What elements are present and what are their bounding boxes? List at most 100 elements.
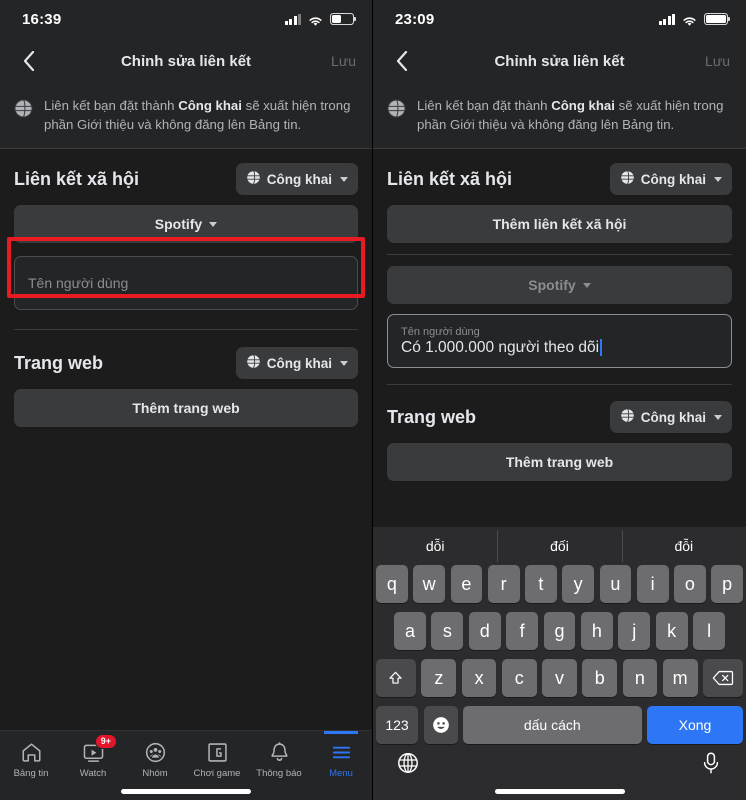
tab-label: Thông báo [256, 768, 302, 779]
save-button[interactable]: Lưu [331, 53, 356, 69]
sidebar-item-choi-game[interactable]: Chơi game [186, 740, 248, 779]
key-g[interactable]: g [543, 612, 576, 650]
key-v[interactable]: v [542, 659, 577, 697]
microphone-icon[interactable] [698, 750, 724, 776]
add-social-link-button[interactable]: Thêm liên kết xã hội [387, 205, 732, 244]
add-website-label: Thêm trang web [505, 454, 614, 471]
done-key[interactable]: Xong [647, 706, 743, 744]
keyboard-row-1: q w e r t y u i o p [373, 565, 746, 603]
suggestion-item[interactable]: đỗi [621, 530, 746, 562]
key-a[interactable]: a [394, 612, 426, 650]
website-title: Trang web [14, 352, 104, 373]
social-privacy-selector[interactable]: Công khai [609, 163, 732, 196]
key-k[interactable]: k [655, 612, 688, 650]
social-provider-label: Spotify [154, 216, 203, 233]
key-h[interactable]: h [580, 612, 613, 650]
social-privacy-selector[interactable]: Công khai [235, 163, 358, 196]
key-t[interactable]: t [525, 565, 557, 603]
globe-icon [14, 99, 33, 134]
save-button[interactable]: Lưu [705, 53, 730, 69]
suggestion-item[interactable]: dỗi [373, 538, 497, 554]
key-w[interactable]: w [413, 565, 445, 603]
key-l[interactable]: l [693, 612, 726, 650]
numbers-key[interactable]: 123 [376, 706, 418, 744]
username-input[interactable]: Tên người dùng [14, 256, 358, 311]
key-d[interactable]: d [468, 612, 501, 650]
username-input[interactable]: Tên người dùng Có 1.000.000 người theo d… [387, 314, 732, 369]
home-indicator [121, 789, 251, 794]
status-bar-left: 16:39 [0, 0, 372, 38]
social-links-title: Liên kết xã hội [387, 168, 513, 189]
key-e[interactable]: e [450, 565, 483, 603]
key-x[interactable]: x [461, 659, 497, 697]
website-privacy-selector[interactable]: Công khai [609, 401, 732, 434]
social-privacy-label: Công khai [266, 171, 332, 187]
key-c[interactable]: c [501, 659, 537, 697]
backspace-delete-icon[interactable] [703, 659, 744, 697]
website-privacy-selector[interactable]: Công khai [235, 347, 358, 380]
wifi-icon [682, 14, 697, 26]
space-key[interactable]: dấu cách [463, 706, 642, 744]
social-links-title: Liên kết xã hội [14, 168, 140, 189]
sidebar-item-watch[interactable]: 9+ Watch [62, 734, 124, 779]
banner-text: Liên kết bạn đặt thành Công khai sẽ xuất… [417, 97, 732, 134]
section-divider [387, 384, 732, 386]
key-n[interactable]: n [622, 659, 658, 697]
key-m[interactable]: m [662, 659, 698, 697]
page-title: Chỉnh sửa liên kết [494, 52, 625, 70]
key-q[interactable]: q [376, 565, 408, 603]
sidebar-item-bang-tin[interactable]: Bảng tin [0, 740, 62, 779]
tab-label: Menu [329, 768, 353, 779]
key-p[interactable]: p [711, 565, 743, 603]
virtual-keyboard: dỗi đối đỗi q w e r t y u i o p a s d f [373, 527, 746, 800]
keyboard-row-2: a s d f g h j k l [373, 612, 746, 650]
active-tab-indicator [323, 731, 359, 734]
social-provider-selector[interactable]: Spotify [14, 205, 358, 244]
key-r[interactable]: r [487, 565, 520, 603]
privacy-info-banner: Liên kết bạn đặt thành Công khai sẽ xuất… [373, 84, 746, 150]
watch-video-icon: 9+ [82, 734, 117, 764]
social-privacy-label: Công khai [640, 171, 706, 187]
back-button[interactable] [16, 48, 42, 74]
add-website-button[interactable]: Thêm trang web [14, 389, 358, 428]
bottom-tab-bar: Bảng tin 9+ Watch Nhóm Chơi game Thông b… [0, 730, 372, 800]
key-s[interactable]: s [431, 612, 464, 650]
sidebar-item-nhom[interactable]: Nhóm [124, 740, 186, 779]
social-provider-selector[interactable]: Spotify [387, 266, 732, 305]
key-o[interactable]: o [674, 565, 706, 603]
status-time: 23:09 [395, 10, 435, 28]
key-f[interactable]: f [506, 612, 539, 650]
status-icons [658, 13, 731, 26]
keyboard-row-3: z x c v b n m [373, 659, 746, 697]
key-z[interactable]: z [421, 659, 457, 697]
chevron-down-icon [582, 282, 591, 288]
groups-icon [144, 740, 167, 764]
add-social-link-label: Thêm liên kết xã hội [492, 216, 627, 233]
suggestion-item[interactable]: đối [497, 530, 621, 562]
battery-full-icon [704, 13, 731, 25]
sidebar-item-thong-bao[interactable]: Thông báo [248, 740, 310, 779]
section-divider [14, 329, 358, 331]
banner-text-bold: Công khai [178, 98, 242, 113]
key-j[interactable]: j [618, 612, 651, 650]
key-y[interactable]: y [562, 565, 594, 603]
username-floating-label: Tên người dùng [401, 325, 480, 338]
key-b[interactable]: b [582, 659, 618, 697]
globe-icon [246, 170, 261, 188]
sidebar-item-menu[interactable]: Menu [310, 731, 372, 779]
left-phone-screen: 16:39 Chỉnh sửa liên kết Lưu Liên kết bạ… [0, 0, 373, 800]
emoji-smiley-icon[interactable] [423, 706, 458, 744]
chevron-down-icon [209, 221, 218, 227]
battery-half-icon [330, 13, 357, 25]
add-website-button[interactable]: Thêm trang web [387, 443, 732, 482]
privacy-info-banner: Liên kết bạn đặt thành Công khai sẽ xuất… [0, 84, 372, 150]
username-value: Có 1.000.000 người theo dõi [401, 339, 718, 357]
shift-up-arrow-icon[interactable] [375, 659, 416, 697]
website-privacy-label: Công khai [640, 409, 706, 425]
keyboard-row-4: 123 dấu cách Xong [373, 706, 746, 744]
section-divider [387, 254, 732, 256]
key-i[interactable]: i [636, 565, 669, 603]
globe-keyboard-switch-icon[interactable] [395, 750, 421, 776]
back-button[interactable] [389, 48, 415, 74]
key-u[interactable]: u [599, 565, 632, 603]
